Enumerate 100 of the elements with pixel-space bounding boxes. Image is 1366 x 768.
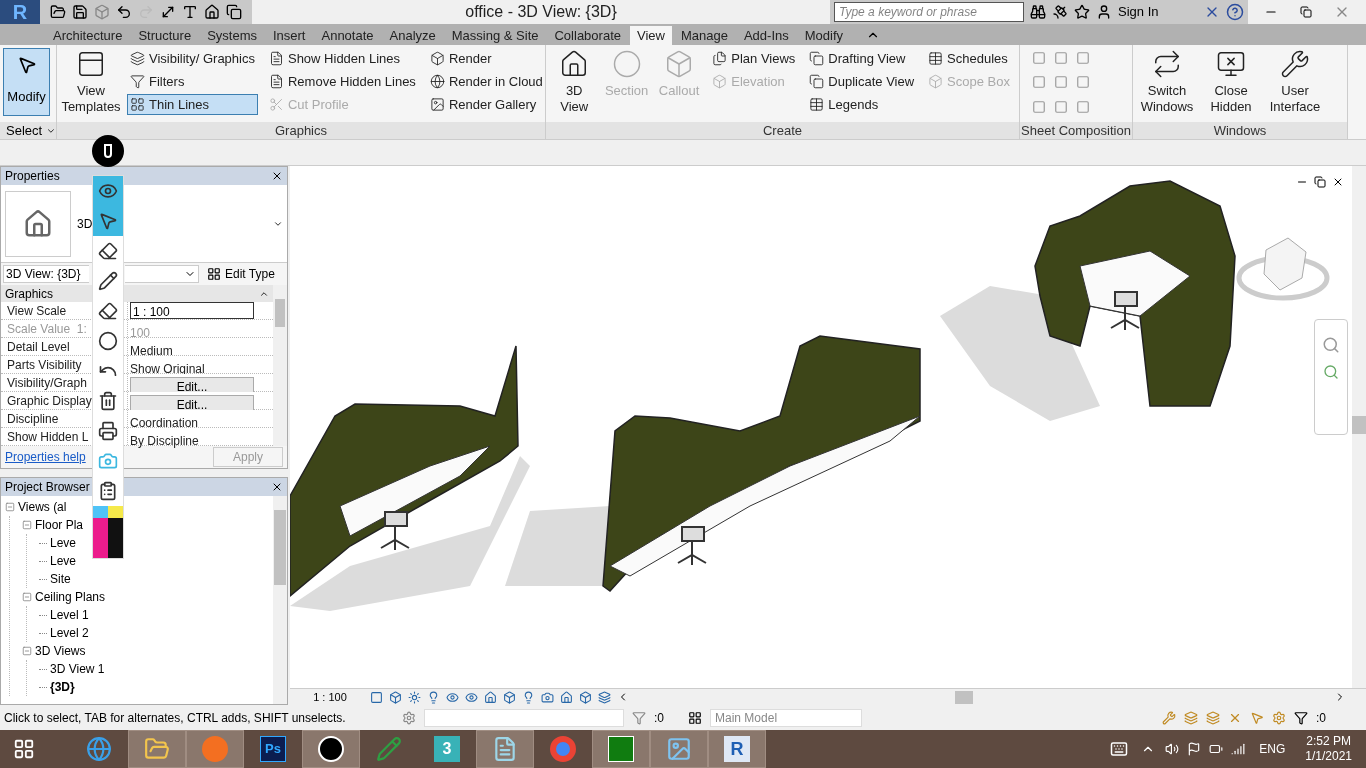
palette-tool[interactable] (93, 206, 123, 236)
ribbon-button[interactable]: Render Gallery (426, 94, 546, 115)
ribbon-tab[interactable]: Insert (265, 26, 313, 45)
ribbon-button[interactable]: Remove Hidden Lines (265, 71, 419, 92)
ribbon-tab[interactable]: Add-Ins (736, 26, 796, 45)
text-icon[interactable] (182, 4, 198, 20)
save-icon[interactable] (72, 4, 88, 20)
taskbar-app[interactable]: R (708, 730, 766, 768)
ribbon-tab[interactable]: Structure (131, 26, 199, 45)
search-field[interactable]: Type a keyword or phrase (834, 2, 1024, 22)
ribbon-button[interactable]: Schedules (925, 48, 1013, 69)
edit-button[interactable]: Edit... (130, 377, 254, 394)
template-icon (76, 49, 106, 79)
ribbon-tab[interactable]: Analyze (382, 26, 443, 45)
ribbon-large-button[interactable]: User Interface (1267, 45, 1323, 122)
tree-item[interactable]: Views (al (18, 498, 67, 516)
close-icon[interactable] (1332, 176, 1344, 188)
ribbon-button[interactable]: Plan Views (709, 48, 799, 69)
help-link[interactable]: Properties help (5, 448, 86, 467)
model-dropdown[interactable]: Main Model (710, 708, 862, 727)
restore-icon[interactable] (1314, 176, 1326, 188)
modify-button[interactable]: Modify (3, 48, 50, 116)
battery-icon[interactable] (1209, 742, 1224, 756)
collapse-toggle[interactable] (22, 592, 32, 602)
ribbon-tab[interactable]: Annotate (314, 26, 381, 45)
open-icon[interactable] (50, 4, 66, 20)
star-icon[interactable] (1074, 4, 1090, 20)
windows-icon[interactable] (226, 4, 242, 20)
ribbon-large-button[interactable]: View Templates (63, 45, 119, 122)
satellite-icon[interactable] (1052, 4, 1068, 20)
clock-time[interactable]: 2:52 PM (1306, 734, 1351, 749)
underlay-icon[interactable] (1184, 710, 1198, 725)
tree-item[interactable]: Level 2 (50, 624, 89, 642)
color-swatch[interactable] (93, 506, 123, 558)
tree-item[interactable]: Ceiling Plans (35, 588, 106, 606)
filter-icon[interactable] (1294, 710, 1308, 725)
flag-icon[interactable] (1187, 742, 1202, 756)
ribbon-button[interactable]: Duplicate View (806, 71, 918, 92)
ribbon-tab[interactable]: Collaborate (547, 26, 628, 45)
ribbon-tab[interactable]: Systems (200, 26, 264, 45)
ribbon-button[interactable]: Render in Cloud (426, 71, 546, 92)
scale-label[interactable]: 1 : 100 (290, 688, 370, 706)
ribbon-tab[interactable]: Massing & Site (444, 26, 546, 45)
measure-icon[interactable] (160, 4, 176, 20)
ribbon-large-button[interactable]: 3D View (552, 45, 597, 122)
ribbon-button[interactable]: Filters (127, 71, 258, 92)
ribbon-button[interactable]: Drafting View (806, 48, 918, 69)
design-options-icon[interactable] (632, 710, 646, 725)
taskbar-app[interactable]: Ps (244, 730, 302, 768)
tree-item[interactable]: {3D} (50, 678, 75, 696)
ribbon-button[interactable]: Thin Lines (127, 94, 258, 115)
ribbon-button[interactable]: Render (426, 48, 546, 69)
ribbon-tab[interactable]: Modify (797, 26, 851, 45)
ribbon-button[interactable]: Show Hidden Lines (265, 48, 419, 69)
palette-tool[interactable] (93, 176, 123, 206)
tree-item[interactable]: Floor Pla (35, 516, 84, 534)
ribbon-button[interactable]: Visibility/ Graphics (127, 48, 258, 69)
tree-item[interactable]: Leve (50, 534, 77, 552)
collapse-toggle[interactable] (5, 502, 15, 512)
editing-icon[interactable] (688, 710, 702, 725)
language-indicator[interactable]: ENG (1259, 740, 1286, 758)
tree-item[interactable]: Level 1 (50, 606, 89, 624)
undo-icon[interactable] (116, 4, 132, 20)
tree-item[interactable]: Leve (50, 552, 77, 570)
close-icon[interactable] (271, 481, 283, 493)
collapse-toggle[interactable] (22, 646, 32, 656)
scrollbar[interactable] (273, 285, 287, 447)
ribbon-button[interactable]: Legends (806, 94, 918, 115)
sign-in-button[interactable]: Sign In (1118, 2, 1198, 22)
workset-icon[interactable] (402, 710, 416, 725)
edit-button[interactable]: Edit... (130, 395, 254, 412)
binoculars-icon[interactable] (1030, 4, 1046, 20)
close-icon[interactable] (271, 170, 283, 182)
eye-icon (98, 181, 118, 201)
scroll-thumb[interactable] (955, 690, 973, 704)
ribbon-tab[interactable]: Manage (673, 26, 735, 45)
clock-date[interactable]: 1/1/2021 (1305, 749, 1352, 764)
value-field[interactable]: 1 : 100 (130, 302, 254, 320)
scrollbar[interactable] (273, 496, 287, 704)
ribbon-tab[interactable]: View (630, 26, 672, 45)
tree-item[interactable]: Site (50, 570, 71, 588)
taskbar-app[interactable] (302, 730, 360, 768)
app-logo[interactable]: R (0, 0, 40, 24)
collapse-toggle[interactable] (22, 520, 32, 530)
gear-icon[interactable] (1272, 710, 1286, 725)
ribbon-large-button[interactable]: Switch Windows (1139, 45, 1195, 122)
view-controls-icon[interactable] (370, 690, 611, 704)
tree-item[interactable]: 3D View 1 (50, 660, 105, 678)
volume-icon[interactable] (1165, 742, 1180, 756)
edit-type-button[interactable]: Edit Type (207, 265, 275, 284)
select-dropdown[interactable]: Select (0, 122, 56, 139)
help-icon[interactable] (1226, 3, 1244, 21)
instance-dropdown[interactable]: 3D View: {3D} (3, 265, 89, 284)
tree-item[interactable]: 3D Views (35, 642, 86, 660)
home-icon[interactable] (204, 4, 220, 20)
signal-icon[interactable] (1231, 742, 1246, 756)
ribbon-tab[interactable]: Architecture (46, 26, 130, 45)
ribbon-large-button[interactable]: Close Hidden (1203, 45, 1259, 122)
scrollbar[interactable] (1352, 166, 1366, 688)
restore-icon[interactable] (1300, 6, 1312, 18)
